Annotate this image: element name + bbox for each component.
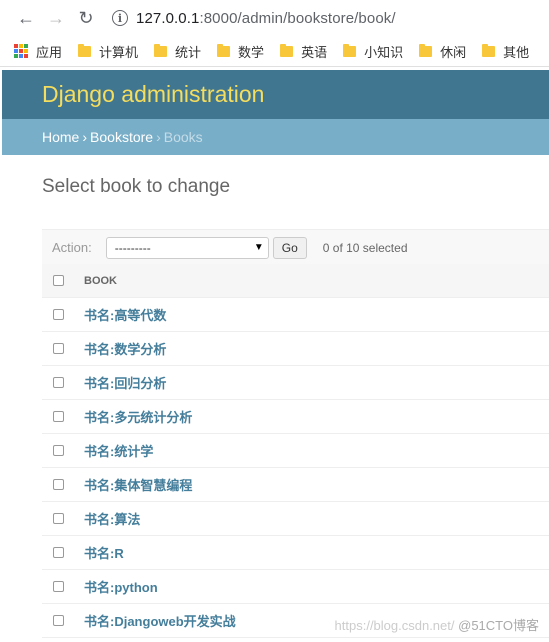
- row-checkbox[interactable]: [53, 309, 64, 320]
- table-row: 书名:python: [42, 570, 549, 604]
- url-text: 127.0.0.1:8000/admin/bookstore/book/: [136, 9, 396, 27]
- table-row: 书名:回归分析: [42, 366, 549, 400]
- action-select-value: ---------: [114, 240, 151, 255]
- page-title: Select book to change: [42, 176, 231, 197]
- bookmark-folder[interactable]: 数学: [217, 42, 264, 61]
- bookmark-label: 统计: [175, 44, 202, 60]
- book-link[interactable]: 书名:python: [84, 577, 158, 596]
- select-all-checkbox[interactable]: [53, 275, 64, 286]
- bookmark-folder[interactable]: 小知识: [343, 42, 403, 61]
- row-checkbox[interactable]: [53, 581, 64, 592]
- row-checkbox[interactable]: [53, 445, 64, 456]
- dropdown-arrow-icon: ▼: [253, 242, 264, 253]
- book-link[interactable]: 书名:数学分析: [84, 339, 166, 358]
- breadcrumb-separator: ›: [156, 129, 161, 145]
- book-link[interactable]: 书名:算法: [84, 509, 140, 528]
- results-table: BOOK 书名:高等代数 书名:数学分析 书名:回归分析 书名:多元统计分析 书…: [42, 264, 549, 638]
- row-checkbox[interactable]: [53, 513, 64, 524]
- table-row: 书名:统计学: [42, 434, 549, 468]
- action-select[interactable]: --------- ▼: [105, 236, 269, 259]
- bookmark-apps[interactable]: 应用: [14, 42, 62, 61]
- table-row: 书名:数学分析: [42, 332, 549, 366]
- site-header: Django administration: [2, 70, 549, 119]
- row-checkbox[interactable]: [53, 547, 64, 558]
- action-label: Action:: [52, 240, 92, 255]
- watermark: https://blog.csdn.net/ @51CTO博客: [335, 615, 539, 634]
- bookmarks-bar: 应用 计算机 统计 数学 英语 小知识 休闲 其他: [0, 36, 549, 67]
- bookmark-folder[interactable]: 英语: [280, 42, 327, 61]
- watermark-brand: @51CTO博客: [458, 618, 539, 633]
- folder-icon: [217, 43, 231, 57]
- actions-bar: Action: --------- ▼ Go 0 of 10 selected: [42, 229, 549, 266]
- table-row: 书名:多元统计分析: [42, 400, 549, 434]
- selection-counter: 0 of 10 selected: [322, 240, 408, 255]
- book-link[interactable]: 书名:统计学: [84, 441, 153, 460]
- book-link[interactable]: 书名:回归分析: [84, 373, 166, 392]
- bookmark-folder[interactable]: 休闲: [419, 42, 466, 61]
- folder-icon: [419, 43, 433, 57]
- watermark-url: https://blog.csdn.net/: [334, 618, 455, 633]
- reload-icon[interactable]: ↻: [74, 6, 98, 30]
- folder-icon: [154, 43, 168, 57]
- bookmark-folder[interactable]: 其他: [482, 42, 529, 61]
- book-link[interactable]: 书名:多元统计分析: [84, 407, 192, 426]
- bookmark-label: 其他: [503, 44, 530, 60]
- bookmark-label: 计算机: [99, 44, 139, 60]
- row-checkbox[interactable]: [53, 377, 64, 388]
- bookmark-label: 应用: [36, 44, 63, 60]
- go-button[interactable]: Go: [272, 236, 307, 259]
- row-checkbox[interactable]: [53, 615, 64, 626]
- folder-icon: [482, 43, 496, 57]
- breadcrumb-separator: ›: [82, 129, 88, 145]
- folder-icon: [280, 43, 294, 57]
- bookmark-folder[interactable]: 统计: [154, 42, 201, 61]
- book-link[interactable]: 书名:高等代数: [84, 305, 166, 324]
- info-icon[interactable]: i: [112, 10, 128, 26]
- breadcrumb-current: Books: [163, 129, 203, 145]
- forward-arrow-icon[interactable]: →: [44, 6, 68, 30]
- breadcrumb: Home › Bookstore › Books: [2, 119, 549, 155]
- address-bar[interactable]: i 127.0.0.1:8000/admin/bookstore/book/: [112, 4, 396, 32]
- bookmark-label: 小知识: [364, 44, 404, 60]
- site-title[interactable]: Django administration: [42, 81, 264, 108]
- breadcrumb-app[interactable]: Bookstore: [90, 129, 153, 145]
- table-row: 书名:集体智慧编程: [42, 468, 549, 502]
- bookmark-folder[interactable]: 计算机: [78, 42, 138, 61]
- browser-toolbar: ← → ↻ i 127.0.0.1:8000/admin/bookstore/b…: [0, 0, 549, 36]
- row-checkbox[interactable]: [53, 343, 64, 354]
- table-row: 书名:R: [42, 536, 549, 570]
- apps-icon: [14, 44, 28, 58]
- row-checkbox[interactable]: [53, 411, 64, 422]
- column-header-book[interactable]: BOOK: [84, 275, 117, 287]
- folder-icon: [78, 43, 92, 57]
- book-link[interactable]: 书名:R: [84, 543, 124, 562]
- bookmark-label: 英语: [301, 44, 328, 60]
- bookmark-label: 数学: [238, 44, 265, 60]
- book-link[interactable]: 书名:Djangoweb开发实战: [84, 611, 236, 630]
- back-arrow-icon[interactable]: ←: [14, 6, 38, 30]
- folder-icon: [343, 43, 357, 57]
- breadcrumb-home[interactable]: Home: [42, 129, 79, 145]
- table-row: 书名:高等代数: [42, 298, 549, 332]
- row-checkbox[interactable]: [53, 479, 64, 490]
- bookmark-label: 休闲: [440, 44, 467, 60]
- book-link[interactable]: 书名:集体智慧编程: [84, 475, 192, 494]
- table-header: BOOK: [42, 264, 549, 298]
- table-row: 书名:算法: [42, 502, 549, 536]
